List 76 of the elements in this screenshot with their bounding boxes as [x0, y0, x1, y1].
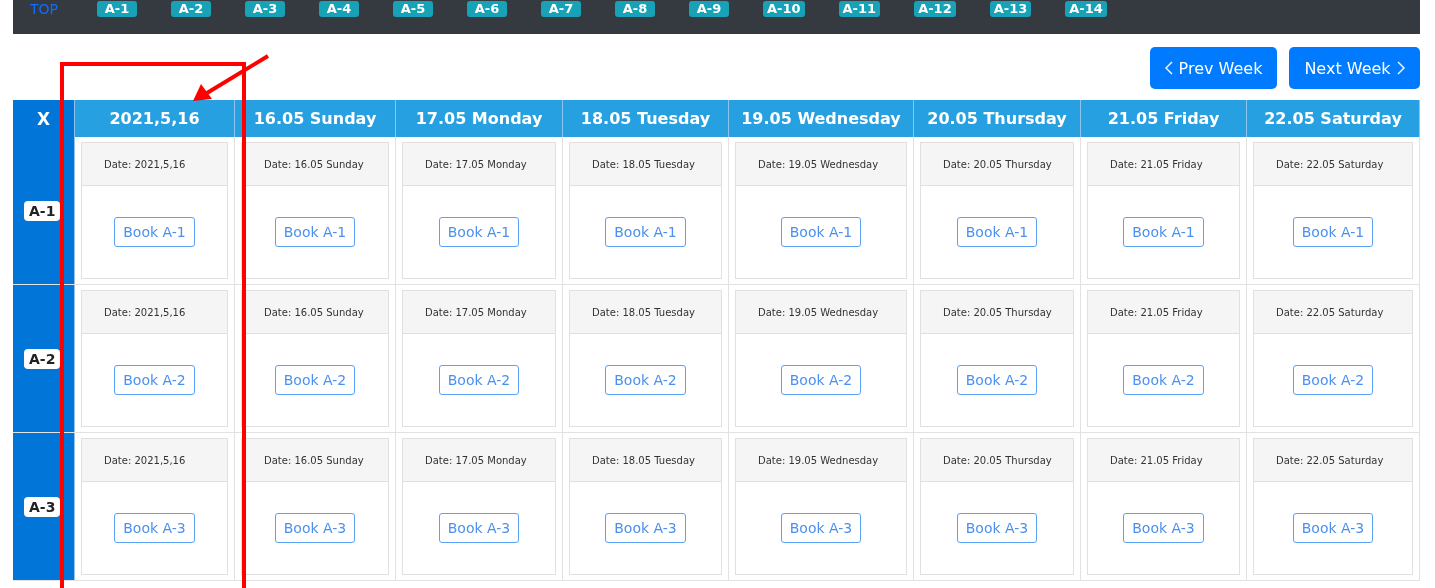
- book-button[interactable]: Book A-3: [438, 513, 520, 543]
- card-date: Date: 2021,5,16: [82, 143, 227, 186]
- card-date: Date: 20.05 Thursday: [921, 439, 1073, 482]
- book-button[interactable]: Book A-2: [1292, 365, 1374, 395]
- book-button[interactable]: Book A-1: [956, 217, 1038, 247]
- card-date: Date: 19.05 Wednesday: [736, 143, 906, 186]
- book-button[interactable]: Book A-3: [780, 513, 862, 543]
- nav-badge[interactable]: A-7: [541, 1, 581, 17]
- book-button[interactable]: Book A-3: [274, 513, 356, 543]
- book-button[interactable]: Book A-1: [780, 217, 862, 247]
- book-button[interactable]: Book A-3: [1123, 513, 1204, 543]
- chevron-right-icon: [1396, 61, 1405, 75]
- column-header: 16.05 Sunday: [235, 100, 396, 137]
- week-button[interactable]: Prev Week: [1150, 47, 1277, 89]
- nav-badge[interactable]: A-11: [838, 1, 881, 17]
- nav-badge[interactable]: A-10: [763, 1, 805, 17]
- nav-badge[interactable]: A-3: [245, 1, 285, 17]
- book-button[interactable]: Book A-3: [114, 513, 195, 543]
- nav-badge[interactable]: A-4: [319, 1, 359, 17]
- nav-badge[interactable]: A-2: [171, 1, 211, 17]
- card-date: Date: 2021,5,16: [82, 291, 227, 334]
- nav-badge[interactable]: A-8: [615, 1, 655, 17]
- nav-badge[interactable]: A-14: [1065, 1, 1107, 17]
- chevron-left-icon: [1164, 61, 1173, 75]
- card-date: Date: 17.05 Monday: [403, 439, 555, 482]
- card-date: Date: 21.05 Friday: [1088, 143, 1239, 186]
- card-date: Date: 21.05 Friday: [1088, 439, 1239, 482]
- row-label: A-1: [24, 200, 61, 221]
- book-button[interactable]: Book A-3: [605, 513, 686, 543]
- column-header: 17.05 Monday: [396, 100, 563, 137]
- card-date: Date: 20.05 Thursday: [921, 143, 1073, 186]
- week-button[interactable]: Next Week: [1289, 47, 1420, 89]
- nav-badge[interactable]: A-9: [689, 1, 729, 17]
- column-header: 18.05 Tuesday: [563, 100, 729, 137]
- card-date: Date: 19.05 Wednesday: [736, 291, 906, 334]
- card-date: Date: 22.05 Saturday: [1254, 291, 1412, 334]
- column-header: 19.05 Wednesday: [729, 100, 914, 137]
- nav-badge[interactable]: A-1: [97, 1, 137, 17]
- corner-header: X: [13, 100, 75, 137]
- row-label: A-2: [24, 348, 61, 369]
- card-date: Date: 2021,5,16: [82, 439, 227, 482]
- card-date: Date: 21.05 Friday: [1088, 291, 1239, 334]
- book-button[interactable]: Book A-2: [274, 365, 356, 395]
- card-date: Date: 22.05 Saturday: [1254, 143, 1412, 186]
- book-button[interactable]: Book A-1: [438, 217, 520, 247]
- book-button[interactable]: Book A-1: [274, 217, 356, 247]
- book-button[interactable]: Book A-2: [605, 365, 686, 395]
- card-date: Date: 17.05 Monday: [403, 143, 555, 186]
- card-date: Date: 19.05 Wednesday: [736, 439, 906, 482]
- book-button[interactable]: Book A-1: [1123, 217, 1204, 247]
- column-header: 2021,5,16: [75, 100, 235, 137]
- book-button[interactable]: Book A-1: [605, 217, 686, 247]
- card-date: Date: 18.05 Tuesday: [570, 439, 721, 482]
- book-button[interactable]: Book A-2: [438, 365, 520, 395]
- card-date: Date: 20.05 Thursday: [921, 291, 1073, 334]
- card-date: Date: 18.05 Tuesday: [570, 143, 721, 186]
- nav-badge[interactable]: A-6: [467, 1, 507, 17]
- column-header: 20.05 Thursday: [914, 100, 1081, 137]
- nav-badge[interactable]: A-12: [914, 1, 956, 17]
- book-button[interactable]: Book A-2: [780, 365, 862, 395]
- book-button[interactable]: Book A-3: [956, 513, 1038, 543]
- card-date: Date: 22.05 Saturday: [1254, 439, 1412, 482]
- book-button[interactable]: Book A-2: [956, 365, 1038, 395]
- top-link[interactable]: TOP: [30, 1, 97, 17]
- book-button[interactable]: Book A-2: [1123, 365, 1204, 395]
- card-date: Date: 17.05 Monday: [403, 291, 555, 334]
- nav-badge[interactable]: A-13: [989, 1, 1032, 17]
- book-button[interactable]: Book A-2: [114, 365, 195, 395]
- book-button[interactable]: Book A-3: [1292, 513, 1374, 543]
- card-date: Date: 18.05 Tuesday: [570, 291, 721, 334]
- row-label: A-3: [24, 496, 61, 517]
- column-header: 22.05 Saturday: [1247, 100, 1420, 137]
- column-header: 21.05 Friday: [1081, 100, 1247, 137]
- nav-badge[interactable]: A-5: [393, 1, 433, 17]
- book-button[interactable]: Book A-1: [114, 217, 195, 247]
- book-button[interactable]: Book A-1: [1292, 217, 1374, 247]
